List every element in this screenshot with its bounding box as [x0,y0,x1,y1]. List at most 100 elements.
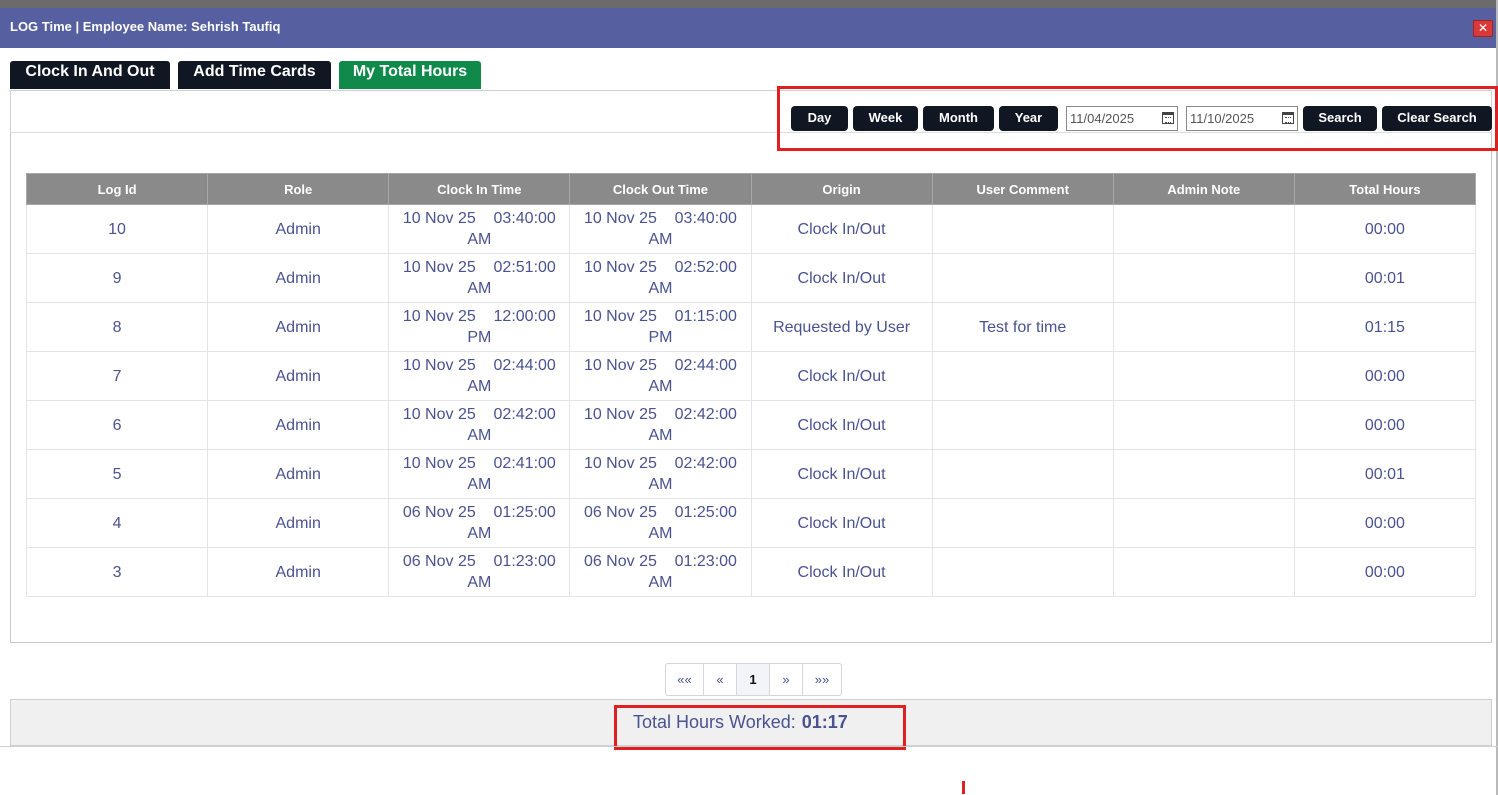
total-hours-cell: 00:01 [1293,449,1477,499]
total-highlight-box [614,705,906,750]
admin-note-cell [1112,253,1295,303]
admin-note-cell [1112,302,1295,352]
clock-out-cell: 10 Nov 25 02:42:00 AM [569,400,752,450]
table-row: 3 Admin 06 Nov 25 01:23:00 AM 06 Nov 25 … [25,547,1477,597]
admin-note-cell [1112,400,1295,450]
origin-cell: Clock In/Out [750,498,933,548]
log-id-cell: 4 [25,498,209,548]
window-top-edge [0,0,1498,8]
footer-divider [0,746,1498,747]
total-hours-cell: 00:00 [1293,400,1477,450]
total-hours-cell: 01:15 [1293,302,1477,352]
tab-add-time-cards[interactable]: Add Time Cards [178,61,331,89]
table-row: 10 Admin 10 Nov 25 03:40:00 AM 10 Nov 25… [25,204,1477,254]
admin-note-cell [1112,351,1295,401]
clear-search-button[interactable]: Clear Search [1382,106,1492,131]
table-header-row: Log Id Role Clock In Time Clock Out Time… [25,173,1477,205]
week-button[interactable]: Week [853,106,918,131]
total-hours-cell: 00:00 [1293,547,1477,597]
log-id-cell: 3 [25,547,209,597]
admin-note-cell [1112,498,1295,548]
to-date-input[interactable]: 11/10/2025 [1186,106,1298,131]
admin-note-cell [1112,547,1295,597]
current-page-button[interactable]: 1 [737,664,770,695]
window-title: LOG Time | Employee Name: Sehrish Taufiq [10,19,281,34]
user-comment-cell [931,253,1114,303]
log-id-cell: 6 [25,400,209,450]
column-header-admin-note[interactable]: Admin Note [1112,173,1295,205]
log-id-cell: 7 [25,351,209,401]
column-header-total-hours[interactable]: Total Hours [1293,173,1477,205]
clock-out-cell: 10 Nov 25 02:44:00 AM [569,351,752,401]
origin-cell: Requested by User [750,302,933,352]
from-date-input[interactable]: 11/04/2025 [1066,106,1178,131]
column-header-user-comment[interactable]: User Comment [931,173,1114,205]
clock-out-cell: 10 Nov 25 01:15:00 PM [569,302,752,352]
clock-out-cell: 10 Nov 25 02:42:00 AM [569,449,752,499]
column-header-role[interactable]: Role [207,173,390,205]
clock-in-cell: 10 Nov 25 02:51:00 AM [388,253,571,303]
clock-in-cell: 10 Nov 25 02:41:00 AM [388,449,571,499]
total-hours-cell: 00:00 [1293,204,1477,254]
table-row: 6 Admin 10 Nov 25 02:42:00 AM 10 Nov 25 … [25,400,1477,450]
clock-in-cell: 10 Nov 25 02:44:00 AM [388,351,571,401]
clock-out-cell: 10 Nov 25 03:40:00 AM [569,204,752,254]
role-cell: Admin [207,547,390,597]
log-id-cell: 9 [25,253,209,303]
year-button[interactable]: Year [999,106,1058,131]
column-header-log-id[interactable]: Log Id [25,173,209,205]
clock-in-cell: 10 Nov 25 12:00:00 PM [388,302,571,352]
first-page-button[interactable]: «« [666,664,704,695]
total-hours-cell: 00:00 [1293,498,1477,548]
origin-cell: Clock In/Out [750,547,933,597]
user-comment-cell [931,498,1114,548]
day-button[interactable]: Day [791,106,848,131]
clock-out-cell: 06 Nov 25 01:23:00 AM [569,547,752,597]
log-id-cell: 5 [25,449,209,499]
log-id-cell: 10 [25,204,209,254]
clock-out-cell: 06 Nov 25 01:25:00 AM [569,498,752,548]
log-id-cell: 8 [25,302,209,352]
table-row: 9 Admin 10 Nov 25 02:51:00 AM 10 Nov 25 … [25,253,1477,303]
calendar-icon[interactable] [1282,112,1294,124]
window-titlebar: LOG Time | Employee Name: Sehrish Taufiq… [0,8,1496,48]
clock-in-cell: 06 Nov 25 01:23:00 AM [388,547,571,597]
table-row: 4 Admin 06 Nov 25 01:25:00 AM 06 Nov 25 … [25,498,1477,548]
from-date-value: 11/04/2025 [1070,111,1135,126]
column-header-clock-out-time[interactable]: Clock Out Time [569,173,752,205]
user-comment-cell [931,449,1114,499]
tab-my-total-hours[interactable]: My Total Hours [339,61,481,89]
total-hours-cell: 00:00 [1293,351,1477,401]
search-button[interactable]: Search [1303,106,1377,131]
column-header-origin[interactable]: Origin [750,173,933,205]
user-comment-cell: Test for time [931,302,1114,352]
last-page-button[interactable]: »» [803,664,841,695]
table-row: 5 Admin 10 Nov 25 02:41:00 AM 10 Nov 25 … [25,449,1477,499]
column-header-clock-in-time[interactable]: Clock In Time [388,173,571,205]
clock-out-cell: 10 Nov 25 02:52:00 AM [569,253,752,303]
origin-cell: Clock In/Out [750,449,933,499]
user-comment-cell [931,547,1114,597]
close-icon[interactable]: ✕ [1473,20,1493,37]
total-hours-cell: 00:01 [1293,253,1477,303]
role-cell: Admin [207,498,390,548]
origin-cell: Clock In/Out [750,253,933,303]
month-button[interactable]: Month [923,106,994,131]
to-date-value: 11/10/2025 [1190,111,1255,126]
user-comment-cell [931,400,1114,450]
role-cell: Admin [207,400,390,450]
role-cell: Admin [207,351,390,401]
clock-in-cell: 10 Nov 25 03:40:00 AM [388,204,571,254]
previous-page-button[interactable]: « [704,664,737,695]
calendar-icon[interactable] [1162,112,1174,124]
user-comment-cell [931,204,1114,254]
pagination: «« « 1 » »» [665,663,842,696]
tab-clock-in-and-out[interactable]: Clock In And Out [10,61,170,89]
next-page-button[interactable]: » [770,664,803,695]
clock-in-cell: 10 Nov 25 02:42:00 AM [388,400,571,450]
role-cell: Admin [207,253,390,303]
clock-in-cell: 06 Nov 25 01:25:00 AM [388,498,571,548]
admin-note-cell [1112,449,1295,499]
origin-cell: Clock In/Out [750,351,933,401]
table-row: 8 Admin 10 Nov 25 12:00:00 PM 10 Nov 25 … [25,302,1477,352]
